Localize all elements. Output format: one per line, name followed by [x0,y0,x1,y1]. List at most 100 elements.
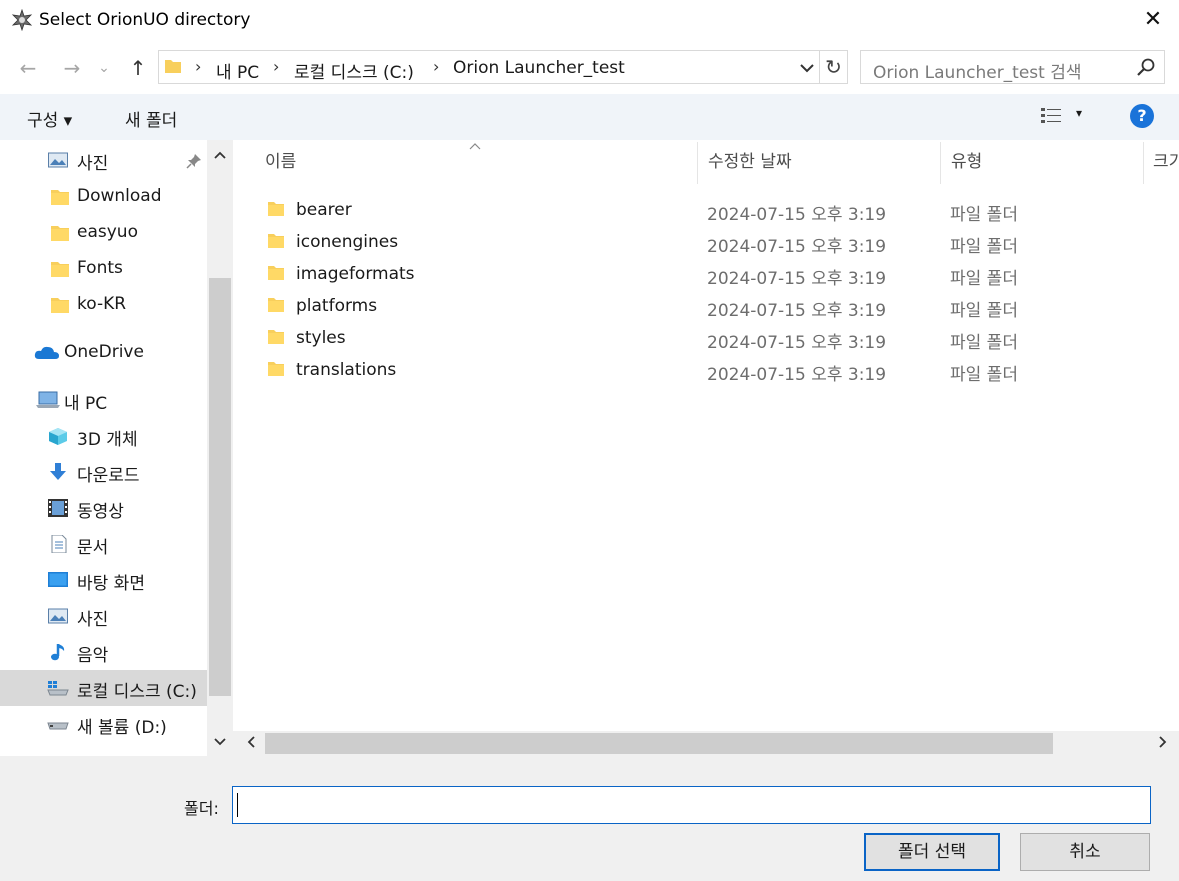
sidebar-item-label: 바탕 화면 [77,574,145,594]
file-row[interactable]: imageformats 2024-07-15 오후 3:19 파일 폴더 [233,258,1179,290]
breadcrumb-current-folder[interactable]: Orion Launcher_test [453,58,625,78]
scroll-right-icon[interactable] [1151,731,1175,756]
sidebar-item-label: 동영상 [77,502,124,522]
search-box[interactable]: Orion Launcher_test 검색 [860,50,1165,84]
file-name: imageformats [296,264,415,284]
file-name: platforms [296,296,378,316]
sidebar-item-documents[interactable]: 문서 [0,526,207,562]
file-row[interactable]: platforms 2024-07-15 오후 3:19 파일 폴더 [233,290,1179,322]
desktop-icon [48,572,68,587]
column-divider[interactable] [1143,142,1144,184]
sidebar-item-pictures-quick[interactable]: 사진 [0,142,207,178]
pin-icon[interactable] [186,153,202,169]
file-type: 파일 폴더 [950,205,1018,225]
file-row[interactable]: bearer 2024-07-15 오후 3:19 파일 폴더 [233,194,1179,226]
new-folder-button[interactable]: 새 폴더 [125,106,177,131]
downloads-icon [50,463,66,480]
file-row[interactable]: translations 2024-07-15 오후 3:19 파일 폴더 [233,354,1179,386]
folder-name-input[interactable] [232,786,1151,824]
sidebar-item-3d-objects[interactable]: 3D 개체 [0,418,207,454]
recent-locations-button[interactable]: ⌄ [94,54,114,82]
column-divider[interactable] [940,142,941,184]
sidebar-item-download[interactable]: Download [0,179,207,215]
file-row[interactable]: styles 2024-07-15 오후 3:19 파일 폴더 [233,322,1179,354]
file-name: styles [296,328,346,348]
file-list-horizontal-scrollbar[interactable] [233,731,1179,756]
file-row[interactable]: iconengines 2024-07-15 오후 3:19 파일 폴더 [233,226,1179,258]
folder-icon [268,234,284,248]
back-arrow-icon: ← [19,56,37,80]
view-dropdown-icon[interactable]: ▾ [1076,106,1082,120]
command-bar: 구성 ▾ 새 폴더 ▾ [0,94,1179,140]
scroll-left-icon[interactable] [239,731,263,756]
scroll-up-icon[interactable] [207,145,233,167]
folder-icon [51,226,69,241]
breadcrumb-my-pc[interactable]: 내 PC [216,58,259,83]
folder-icon [51,262,69,277]
refresh-icon: ↻ [825,55,842,79]
sidebar-item-videos[interactable]: 동영상 [0,490,207,526]
organize-button[interactable]: 구성 ▾ [27,106,72,131]
sidebar-item-label: 음악 [77,646,109,666]
scroll-down-icon[interactable] [207,732,233,754]
forward-button[interactable]: → [58,54,86,82]
navigation-pane: 사진 Download easyuo Fonts ko-KR OneDrive … [0,140,233,756]
refresh-button[interactable]: ↻ [820,50,848,84]
breadcrumb-local-disk[interactable]: 로컬 디스크 (C:) [294,58,414,83]
address-dropdown-icon[interactable] [799,62,815,74]
column-header-size[interactable]: 크기 [1153,140,1179,184]
column-divider[interactable] [697,142,698,184]
sidebar-item-label: OneDrive [64,342,144,362]
sidebar-item-pictures[interactable]: 사진 [0,598,207,634]
breadcrumb-separator-icon: › [273,57,280,76]
breadcrumb-separator-icon: › [433,57,440,76]
sidebar-item-label: 3D 개체 [77,430,138,450]
folder-icon [268,330,284,344]
address-bar[interactable]: › 내 PC › 로컬 디스크 (C:) › Orion Launcher_te… [158,50,820,84]
dialog-footer: 폴더: 폴더 선택 취소 [0,756,1179,881]
close-button[interactable]: ✕ [1130,0,1176,40]
sidebar-scrollbar-thumb[interactable] [209,278,231,696]
forward-arrow-icon: → [63,56,81,80]
file-type: 파일 폴더 [950,237,1018,257]
sidebar-item-label: 문서 [77,538,109,558]
pc-icon [36,391,60,408]
help-icon[interactable]: ? [1130,104,1154,128]
up-button[interactable]: ↑ [124,54,152,82]
sidebar-item-ko-kr[interactable]: ko-KR [0,287,207,323]
pictures-icon [48,608,68,624]
sidebar-item-desktop[interactable]: 바탕 화면 [0,562,207,598]
app-icon [11,9,33,31]
cancel-button[interactable]: 취소 [1020,833,1150,871]
sidebar-item-my-pc[interactable]: 내 PC [0,382,207,418]
column-header-name[interactable]: 이름 [265,140,296,184]
folder-icon [51,190,69,205]
view-options-icon[interactable] [1040,106,1062,126]
sidebar-item-new-volume-d[interactable]: 새 볼륨 (D:) [0,706,207,742]
column-header-type[interactable]: 유형 [951,140,982,184]
folder-icon [268,298,284,312]
sidebar-item-easyuo[interactable]: easyuo [0,215,207,251]
file-name: iconengines [296,232,399,252]
file-modified: 2024-07-15 오후 3:19 [707,269,887,289]
file-type: 파일 폴더 [950,333,1018,353]
file-modified: 2024-07-15 오후 3:19 [707,301,887,321]
horizontal-scrollbar-thumb[interactable] [265,733,1053,754]
onedrive-icon [34,346,59,359]
sidebar-item-label: 사진 [77,154,109,174]
file-type: 파일 폴더 [950,269,1018,289]
sidebar-scrollbar[interactable] [207,140,233,756]
drive-icon [47,722,69,730]
column-header-modified[interactable]: 수정한 날짜 [708,140,792,184]
back-button[interactable]: ← [14,54,42,82]
sidebar-item-onedrive[interactable]: OneDrive [0,335,207,371]
select-folder-button[interactable]: 폴더 선택 [864,833,1000,871]
pictures-icon [48,152,68,168]
sidebar-item-music[interactable]: 음악 [0,634,207,670]
sidebar-item-label: 사진 [77,610,109,630]
sidebar-item-local-disk-c[interactable]: 로컬 디스크 (C:) [0,670,207,706]
sidebar-item-downloads[interactable]: 다운로드 [0,454,207,490]
file-modified: 2024-07-15 오후 3:19 [707,205,887,225]
sidebar-item-fonts[interactable]: Fonts [0,251,207,287]
sidebar-item-label: 내 PC [64,394,108,414]
